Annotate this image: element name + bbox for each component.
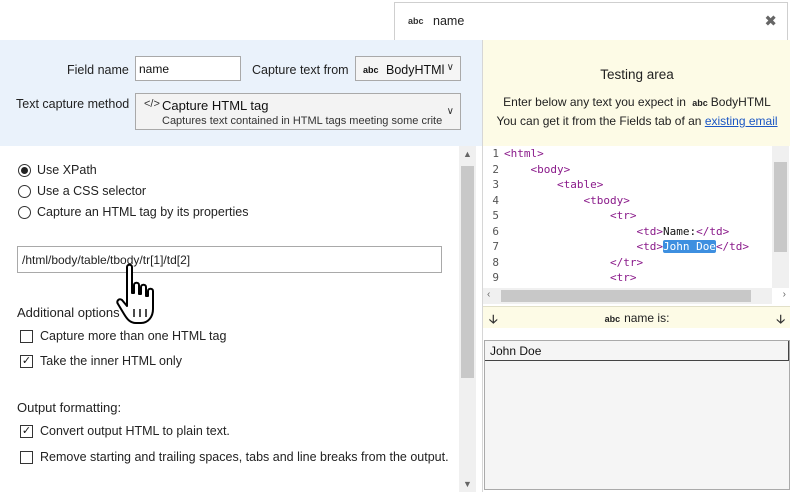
scroll-right-icon[interactable]: ›	[783, 289, 786, 300]
field-tab-label: name	[433, 14, 465, 28]
capture-from-select[interactable]: abc BodyHTMl ∨	[355, 56, 461, 81]
radio-label: Use XPath	[37, 163, 97, 177]
field-name-label: Field name	[67, 63, 129, 77]
scroll-left-icon[interactable]: ‹	[487, 289, 490, 300]
result-value: John Doe	[485, 341, 789, 361]
radio-label: Use a CSS selector	[37, 184, 147, 198]
result-label-bar: 🡣 abc name is: 🡣	[483, 306, 790, 328]
radio-indicator[interactable]	[18, 184, 31, 198]
code-line: 9 <tr>	[492, 271, 637, 284]
checkbox-capture-multiple[interactable]: Capture more than one HTML tag	[20, 328, 226, 344]
chevron-down-icon: ∨	[446, 106, 454, 117]
instruction-text: Enter below any text you expect in	[503, 95, 686, 109]
testing-area-title: Testing area	[600, 67, 674, 82]
abc-type-icon: abc	[604, 314, 621, 324]
code-line: 4 <tbody>	[492, 194, 630, 207]
options-scrollbar[interactable]: ▲ ▼	[459, 146, 476, 492]
xpath-input[interactable]: /html/body/table/tbody/tr[1]/td[2]	[17, 246, 442, 273]
checkbox-label: Convert output HTML to plain text.	[40, 424, 230, 438]
output-formatting-title: Output formatting:	[17, 400, 122, 415]
capture-from-value: BodyHTMl	[386, 63, 445, 77]
capture-method-select[interactable]: </> Capture HTML tag Captures text conta…	[135, 93, 461, 130]
abc-type-icon: abc	[363, 65, 379, 75]
checkbox-label: Take the inner HTML only	[40, 354, 182, 368]
tab-strip: abc name ✖	[0, 0, 790, 40]
field-tab-name[interactable]: abc name ✖	[394, 2, 788, 40]
checkbox-label: Remove starting and trailing spaces, tab…	[40, 450, 449, 464]
testing-instructions-line2: You can get it from the Fields tab of an…	[483, 114, 790, 128]
checkbox-plain-text[interactable]: ✓ Convert output HTML to plain text.	[20, 423, 230, 439]
close-icon[interactable]: ✖	[764, 12, 777, 30]
testing-instructions-line1: Enter below any text you expect in abc Bo…	[483, 95, 790, 109]
radio-use-xpath[interactable]: Use XPath	[18, 162, 97, 178]
code-line: 8 </tr>	[492, 256, 644, 269]
field-config-panel: Field name name Capture text from abc Bo…	[0, 40, 482, 492]
code-line: 7 <td>John Doe</td>	[492, 240, 750, 253]
checkbox-trim-whitespace[interactable]: Remove starting and trailing spaces, tab…	[20, 449, 449, 465]
checkbox-label: Capture more than one HTML tag	[40, 329, 227, 343]
checkbox-indicator[interactable]: ✓	[20, 424, 33, 438]
capture-from-label: Capture text from	[252, 63, 349, 77]
chevron-down-icon: ∨	[446, 62, 454, 73]
capture-method-title: Capture HTML tag	[162, 98, 269, 113]
abc-type-icon: abc	[408, 16, 424, 26]
checkbox-inner-html[interactable]: ✓ Take the inner HTML only	[20, 353, 182, 369]
testing-panel: Testing area Enter below any text you ex…	[482, 40, 790, 492]
testing-header: Testing area Enter below any text you ex…	[483, 40, 790, 146]
test-html-editor[interactable]: 1 <html> 2 <body> 3 <table> 4 <tbody> 5 <…	[483, 146, 790, 306]
checkbox-indicator[interactable]	[20, 329, 33, 343]
code-line: 5 <tr>	[492, 209, 637, 222]
scroll-up-icon[interactable]: ▲	[463, 149, 472, 159]
code-line: 6 <td>Name:</td>	[492, 225, 730, 238]
scrollbar-thumb[interactable]	[501, 290, 751, 302]
code-line: 3 <table>	[492, 178, 604, 191]
field-config-header: Field name name Capture text from abc Bo…	[0, 40, 482, 146]
checkbox-indicator[interactable]	[20, 450, 33, 464]
existing-email-link[interactable]: existing email	[705, 114, 778, 128]
hand-pointer-cursor-icon	[116, 263, 154, 324]
capture-method-description: Captures text contained in HTML tags mee…	[162, 115, 442, 127]
scrollbar-thumb[interactable]	[461, 166, 474, 378]
arrow-down-icon: 🡣	[776, 312, 785, 326]
radio-indicator[interactable]	[18, 205, 31, 219]
code-line: 2 <body>	[492, 163, 571, 176]
radio-label: Capture an HTML tag by its properties	[37, 205, 249, 219]
field-name-input[interactable]: name	[135, 56, 241, 81]
radio-use-css-selector[interactable]: Use a CSS selector	[18, 183, 146, 199]
checkbox-indicator[interactable]: ✓	[20, 354, 33, 368]
selected-text-highlight: John Doe	[662, 240, 716, 253]
result-output-box: John Doe	[484, 340, 790, 490]
instruction-field-name: BodyHTML	[710, 95, 771, 109]
abc-type-icon: abc	[692, 98, 708, 108]
scrollbar-thumb[interactable]	[774, 162, 787, 252]
instruction-text: You can get it from the Fields tab of an	[496, 114, 702, 128]
additional-options-title: Additional options	[17, 305, 120, 320]
radio-capture-by-properties[interactable]: Capture an HTML tag by its properties	[18, 204, 248, 220]
scroll-down-icon[interactable]: ▼	[463, 479, 472, 489]
editor-horizontal-scrollbar[interactable]: ‹ ›	[483, 288, 786, 304]
editor-vertical-scrollbar[interactable]	[772, 146, 789, 288]
result-label: abc name is:	[604, 311, 670, 325]
radio-indicator[interactable]	[18, 163, 31, 177]
capture-method-label: Text capture method	[16, 97, 130, 111]
code-tag-icon: </>	[144, 98, 160, 110]
code-line: 1 <html>	[492, 147, 544, 160]
